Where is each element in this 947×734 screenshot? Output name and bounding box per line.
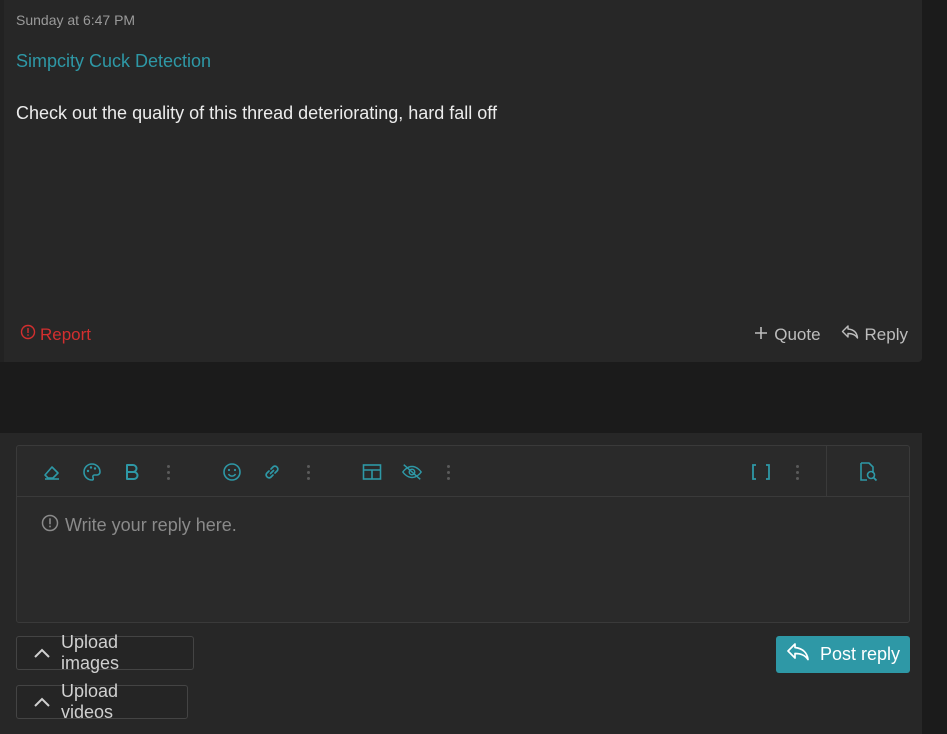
chevron-up-icon <box>33 643 51 664</box>
reply-button[interactable]: Reply <box>841 324 908 345</box>
link-icon[interactable] <box>261 461 283 483</box>
post-card: Sunday at 6:47 PM Simpcity Cuck Detectio… <box>0 0 922 362</box>
upload-videos-button[interactable]: Upload videos <box>16 681 188 722</box>
plus-icon <box>754 325 768 345</box>
post-timestamp[interactable]: Sunday at 6:47 PM <box>16 12 135 28</box>
post-reply-button[interactable]: Post reply <box>776 636 910 673</box>
more-icon[interactable] <box>443 461 453 483</box>
quick-reply-panel: Write your reply here. Upload images Upl… <box>0 433 922 734</box>
post-actions: Quote Reply <box>754 324 908 345</box>
brackets-icon[interactable] <box>750 461 772 483</box>
eraser-icon[interactable] <box>41 461 63 483</box>
editor-toolbar <box>17 446 909 497</box>
bold-icon[interactable] <box>121 461 143 483</box>
upload-videos-label: Upload videos <box>61 681 119 722</box>
info-icon <box>41 514 59 537</box>
thread-link[interactable]: Simpcity Cuck Detection <box>16 51 211 72</box>
post-message: Check out the quality of this thread det… <box>16 103 497 123</box>
upload-images-label: Upload images <box>61 632 120 673</box>
post-left-rule <box>0 0 4 362</box>
report-button[interactable]: Report <box>20 324 91 345</box>
reply-label: Reply <box>864 324 908 344</box>
post-reply-label: Post reply <box>819 644 901 664</box>
hide-icon[interactable] <box>401 461 423 483</box>
palette-icon[interactable] <box>81 461 103 483</box>
toolbar-divider <box>826 446 827 496</box>
more-icon[interactable] <box>792 461 802 483</box>
smiley-icon[interactable] <box>221 461 243 483</box>
quote-label: Quote <box>774 324 821 344</box>
placeholder-text: Write your reply here. <box>65 515 237 535</box>
reply-icon <box>841 324 859 345</box>
preview-icon[interactable] <box>857 461 879 483</box>
report-label: Report <box>40 324 92 344</box>
table-icon[interactable] <box>361 461 383 483</box>
upload-images-button[interactable]: Upload images <box>16 632 194 673</box>
reply-icon <box>786 642 810 667</box>
chevron-up-icon <box>33 692 51 713</box>
more-icon[interactable] <box>163 461 173 483</box>
quote-button[interactable]: Quote <box>754 324 821 345</box>
reply-placeholder: Write your reply here. <box>41 514 237 537</box>
more-icon[interactable] <box>303 461 313 483</box>
report-icon <box>20 324 36 345</box>
reply-editor[interactable]: Write your reply here. <box>16 445 910 623</box>
